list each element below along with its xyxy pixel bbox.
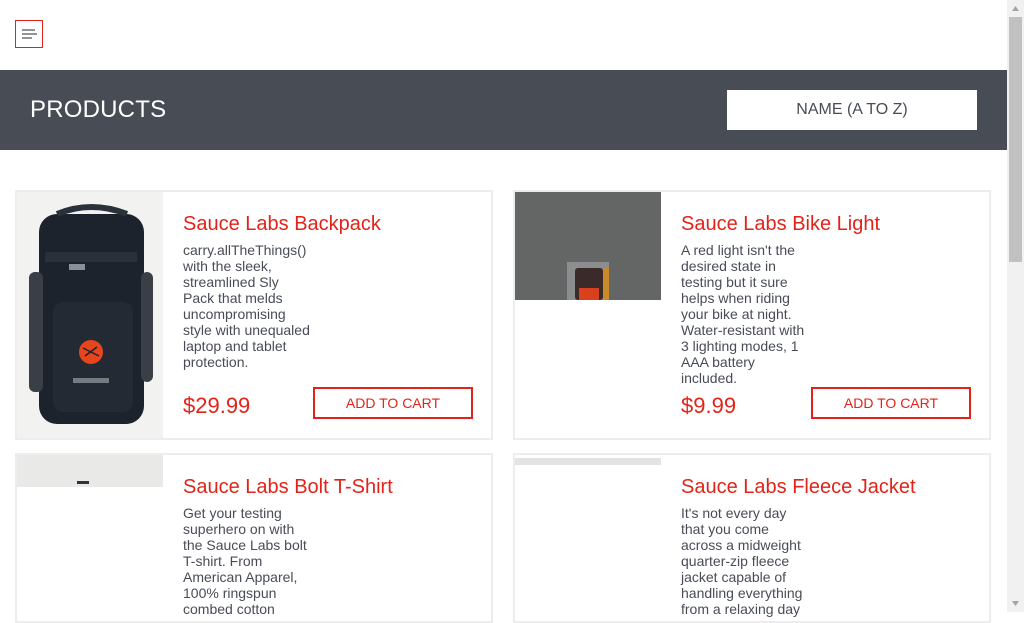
product-card-bolt-tshirt: Sauce Labs Bolt T-Shirt Get your testing…	[15, 453, 493, 623]
product-description: carry.allTheThings() with the sleek, str…	[183, 242, 310, 370]
scroll-down-arrow-icon[interactable]	[1007, 595, 1024, 612]
scroll-up-arrow-icon[interactable]	[1007, 0, 1024, 17]
tshirt-icon	[17, 455, 163, 487]
products-header: PRODUCTS NAME (A TO Z)	[0, 70, 1007, 150]
product-description: Get your testing superhero on with the S…	[183, 505, 307, 617]
product-name[interactable]: Sauce Labs Bike Light	[681, 212, 880, 236]
product-card-backpack: Sauce Labs Backpack carry.allTheThings()…	[15, 190, 493, 440]
add-to-cart-button[interactable]: ADD TO CART	[313, 387, 473, 419]
product-name[interactable]: Sauce Labs Backpack	[183, 212, 381, 236]
fleece-jacket-icon	[515, 458, 661, 465]
page-title: PRODUCTS	[30, 96, 167, 123]
product-description: It's not every day that you come across …	[681, 505, 803, 617]
bike-light-image[interactable]	[515, 192, 661, 300]
product-name[interactable]: Sauce Labs Fleece Jacket	[681, 475, 916, 499]
product-description: A red light isn't the desired state in t…	[681, 242, 805, 386]
tshirt-image[interactable]	[17, 455, 163, 487]
menu-button[interactable]	[15, 20, 43, 48]
product-card-bike-light: Sauce Labs Bike Light A red light isn't …	[513, 190, 991, 440]
sort-dropdown[interactable]: NAME (A TO Z)	[727, 90, 977, 130]
backpack-icon	[17, 192, 163, 438]
top-bar	[0, 0, 1007, 70]
menu-icon	[22, 29, 37, 39]
vertical-scrollbar[interactable]	[1007, 0, 1024, 612]
product-price: $9.99	[681, 393, 737, 418]
backpack-image[interactable]	[17, 192, 163, 438]
scroll-thumb[interactable]	[1009, 17, 1022, 262]
product-price: $29.99	[183, 393, 251, 418]
bike-light-icon	[515, 192, 661, 300]
add-to-cart-button[interactable]: ADD TO CART	[811, 387, 971, 419]
product-name[interactable]: Sauce Labs Bolt T-Shirt	[183, 475, 393, 499]
fleece-jacket-image[interactable]	[515, 455, 661, 465]
product-card-fleece-jacket: Sauce Labs Fleece Jacket It's not every …	[513, 453, 991, 623]
